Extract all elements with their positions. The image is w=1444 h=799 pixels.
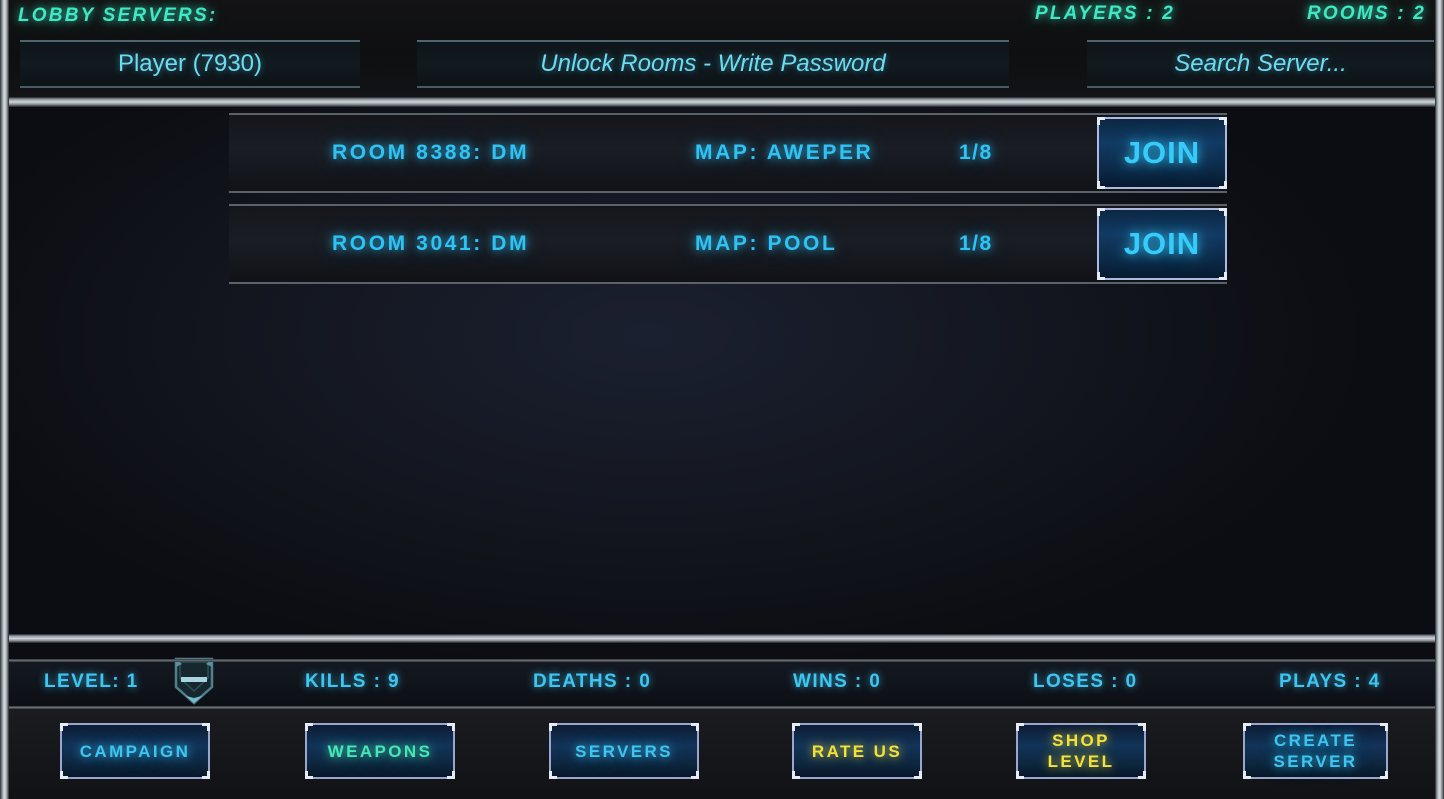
search-input[interactable]: Search Server... (1087, 40, 1434, 88)
stat-kills: KILLS : 9 (305, 671, 400, 692)
room-map: MAP: AWEPER (695, 141, 874, 164)
player-name-field[interactable]: Player (7930) (20, 40, 360, 88)
corner-accent-icon (1138, 723, 1146, 731)
room-slots: 1/8 (959, 141, 993, 164)
corner-accent-icon (1219, 181, 1227, 189)
password-input[interactable]: Unlock Rooms - Write Password (417, 40, 1009, 88)
shield-rank-icon (168, 655, 220, 707)
corner-accent-icon (792, 723, 800, 731)
frame-edge-left (0, 0, 9, 799)
corner-accent-icon (1016, 771, 1024, 779)
corner-accent-icon (1243, 771, 1251, 779)
search-placeholder: Search Server... (1174, 50, 1347, 77)
buttonbar-top-divider (0, 706, 1444, 709)
create-server-button[interactable]: CREATE SERVER (1243, 723, 1388, 779)
corner-accent-icon (1138, 771, 1146, 779)
main-menu-button-bar: CAMPAIGN WEAPONS SERVERS RATE US SHOP LE… (0, 709, 1444, 799)
shop-level-button-label: SHOP LEVEL (1047, 731, 1115, 771)
table-row[interactable]: ROOM 3041: DM MAP: POOL 1/8 JOIN (229, 204, 1227, 284)
stat-plays: PLAYS : 4 (1279, 671, 1381, 692)
servers-button-label: SERVERS (575, 741, 673, 761)
corner-accent-icon (60, 723, 68, 731)
stat-deaths: DEATHS : 0 (533, 671, 652, 692)
corner-accent-icon (447, 771, 455, 779)
create-server-button-label: CREATE SERVER (1273, 731, 1358, 771)
stats-top-divider (0, 659, 1444, 662)
rate-us-button[interactable]: RATE US (792, 723, 922, 779)
join-button[interactable]: JOIN (1097, 208, 1227, 280)
rooms-count-label: ROOMS : 2 (1306, 3, 1426, 24)
server-list: ROOM 8388: DM MAP: AWEPER 1/8 JOIN ROOM … (0, 107, 1444, 634)
servers-button[interactable]: SERVERS (549, 723, 699, 779)
corner-accent-icon (691, 723, 699, 731)
stat-wins: WINS : 0 (793, 671, 882, 692)
room-name: ROOM 8388: DM (332, 141, 530, 164)
campaign-button[interactable]: CAMPAIGN (60, 723, 210, 779)
header-bar: LOBBY SERVERS: PLAYERS : 2 ROOMS : 2 Pla… (0, 0, 1444, 97)
corner-accent-icon (1380, 723, 1388, 731)
corner-accent-icon (914, 771, 922, 779)
corner-accent-icon (202, 771, 210, 779)
game-lobby-screen: LOBBY SERVERS: PLAYERS : 2 ROOMS : 2 Pla… (0, 0, 1444, 799)
corner-accent-icon (447, 723, 455, 731)
corner-accent-icon (549, 723, 557, 731)
header-divider (0, 97, 1444, 107)
weapons-button-label: WEAPONS (327, 741, 433, 761)
corner-accent-icon (305, 723, 313, 731)
corner-accent-icon (305, 771, 313, 779)
rate-us-button-label: RATE US (811, 741, 903, 761)
corner-accent-icon (1219, 272, 1227, 280)
corner-accent-icon (1016, 723, 1024, 731)
corner-accent-icon (1219, 208, 1227, 216)
corner-accent-icon (549, 771, 557, 779)
corner-accent-icon (1380, 771, 1388, 779)
list-bottom-divider (0, 634, 1444, 643)
password-placeholder: Unlock Rooms - Write Password (540, 50, 886, 77)
corner-accent-icon (1097, 272, 1105, 280)
campaign-button-label: CAMPAIGN (79, 741, 191, 761)
corner-accent-icon (691, 771, 699, 779)
page-title: LOBBY SERVERS: (18, 5, 218, 26)
corner-accent-icon (202, 723, 210, 731)
join-button[interactable]: JOIN (1097, 117, 1227, 189)
room-slots: 1/8 (959, 232, 993, 255)
corner-accent-icon (1097, 117, 1105, 125)
corner-accent-icon (1097, 181, 1105, 189)
corner-accent-icon (914, 723, 922, 731)
room-name: ROOM 3041: DM (332, 232, 530, 255)
corner-accent-icon (1219, 117, 1227, 125)
room-map: MAP: POOL (695, 232, 838, 255)
join-button-label: JOIN (1123, 226, 1201, 261)
player-name-value: Player (7930) (117, 50, 263, 77)
stat-level: LEVEL: 1 (44, 671, 139, 692)
join-button-label: JOIN (1123, 135, 1201, 170)
frame-edge-right (1435, 0, 1444, 799)
corner-accent-icon (1097, 208, 1105, 216)
shop-level-button[interactable]: SHOP LEVEL (1016, 723, 1146, 779)
corner-accent-icon (60, 771, 68, 779)
table-row[interactable]: ROOM 8388: DM MAP: AWEPER 1/8 JOIN (229, 113, 1227, 193)
corner-accent-icon (792, 771, 800, 779)
corner-accent-icon (1243, 723, 1251, 731)
players-count-label: PLAYERS : 2 (1035, 3, 1175, 24)
stat-loses: LOSES : 0 (1033, 671, 1138, 692)
weapons-button[interactable]: WEAPONS (305, 723, 455, 779)
